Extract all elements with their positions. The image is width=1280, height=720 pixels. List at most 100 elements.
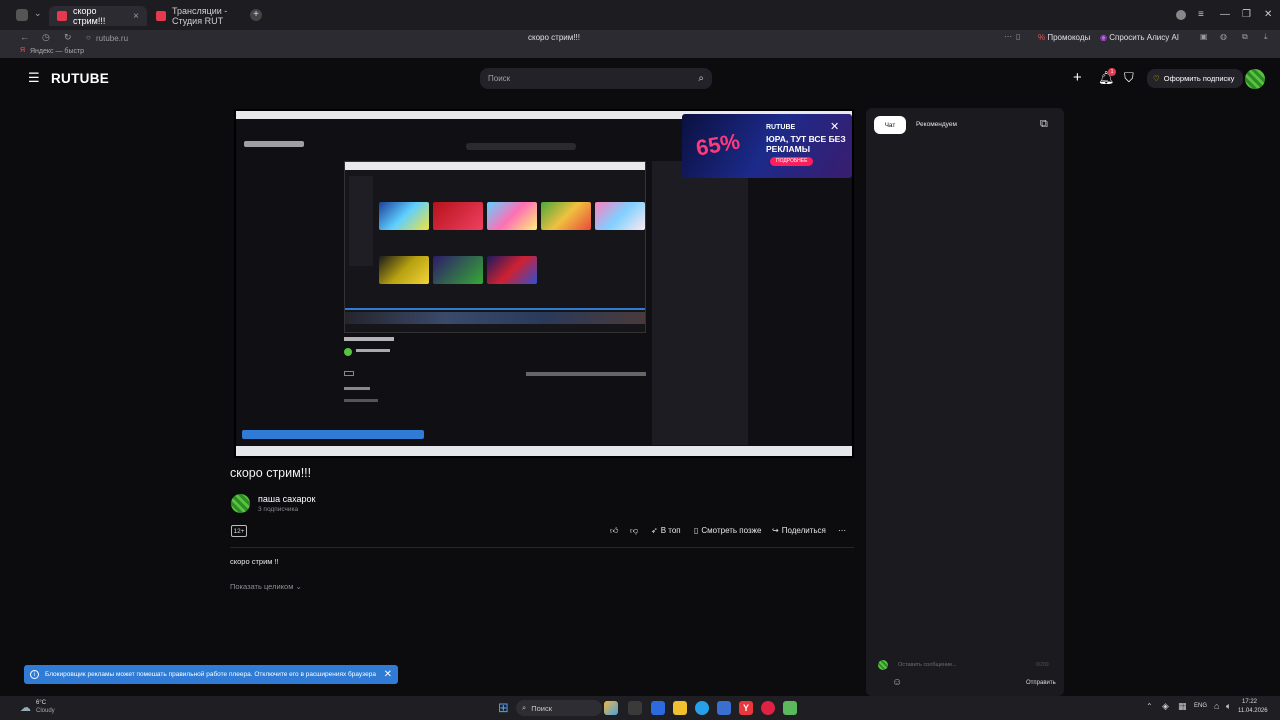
bookmark-yandex[interactable]: Яндекс — быстр (30, 48, 84, 55)
windows-start-icon[interactable]: ⊞ (498, 700, 509, 716)
show-more-label: Показать целиком (230, 582, 294, 591)
rutube-favicon-icon (156, 11, 166, 21)
widget-icon[interactable] (604, 701, 618, 715)
more-actions-icon[interactable]: ⋯ (838, 526, 846, 535)
like-icon[interactable]: 👍︎ (610, 526, 618, 536)
app-icon[interactable] (761, 701, 775, 715)
video-player[interactable]: 65% RUTUBE ЮРА, ТУТ ВСЕ БЕЗ РЕКЛАМЫ ПОДР… (234, 109, 854, 458)
search-input[interactable]: Поиск ⌕ (480, 68, 712, 89)
maximize-icon[interactable]: ❐ (1242, 9, 1251, 20)
extension-icon[interactable]: ▣ (1200, 32, 1208, 41)
profile-icon[interactable] (1176, 10, 1186, 20)
tabs-dropdown-icon[interactable]: ⌄ (34, 8, 42, 19)
weather-desc: Cloudy (36, 708, 55, 714)
store-icon[interactable] (717, 701, 731, 715)
tray-app-icon[interactable]: ▦ (1178, 701, 1187, 712)
tab-label: скоро стрим!!! (73, 6, 106, 26)
add-icon[interactable]: + (1073, 69, 1082, 86)
back-icon[interactable]: ← (20, 32, 29, 42)
promo-button[interactable]: % Промокоды (1038, 33, 1090, 42)
share-icon: ↪ (772, 526, 779, 535)
share-label: Поделиться (781, 526, 826, 535)
shield-icon[interactable]: ⛉ (1124, 70, 1134, 86)
reload-icon[interactable]: ↻ (64, 32, 72, 43)
alice-button[interactable]: ◉ Спросить Алису AI (1100, 33, 1179, 42)
language-indicator[interactable]: ENG (1194, 703, 1207, 709)
emoji-icon[interactable]: ☺ (892, 677, 902, 688)
alice-label: Спросить Алису AI (1109, 33, 1180, 42)
ad-brand: RUTUBE (766, 124, 796, 131)
rutube-page: ☰ RUTUBE Поиск ⌕ + 🔔︎ 1 ⛉ ♡ Оформить под… (12, 58, 1280, 696)
ad-cta-button[interactable]: ПОДРОБНЕЕ (770, 157, 814, 166)
minimize-icon[interactable]: — (1220, 9, 1230, 20)
show-more-button[interactable]: Показать целиком ⌄ (230, 582, 302, 591)
chat-send-button[interactable]: Отправить (1026, 680, 1056, 686)
close-ad-icon[interactable]: ✕ (830, 120, 839, 133)
yandex-browser-icon[interactable]: Y (739, 701, 753, 715)
ad-banner[interactable]: 65% RUTUBE ЮРА, ТУТ ВСЕ БЕЗ РЕКЛАМЫ ПОДР… (682, 114, 852, 178)
watch-later-label: Смотреть позже (701, 526, 762, 535)
popout-icon[interactable]: ⧉ (1040, 118, 1048, 131)
toast-text: Блокировщик рекламы может помешать прави… (45, 671, 376, 678)
close-tab-icon[interactable]: × (133, 11, 139, 22)
browser-tab-active[interactable]: скоро стрим!!! × (49, 6, 147, 26)
app-icon[interactable] (651, 701, 665, 715)
history-icon[interactable]: ◷ (42, 32, 50, 43)
video-description: скоро стрим !! (230, 557, 279, 566)
share-button[interactable]: ↪ Поделиться (772, 526, 826, 535)
volume-icon[interactable]: 🔈︎ (1226, 701, 1231, 712)
notification-badge: 1 (1108, 68, 1116, 76)
channel-avatar[interactable] (231, 494, 250, 513)
watch-later-button[interactable]: ▯ Смотреть позже (694, 526, 761, 535)
top-label: В топ (660, 526, 681, 535)
network-icon[interactable]: ⌂ (1214, 701, 1219, 711)
taskbar-search[interactable]: ⌕ Поиск (516, 700, 602, 716)
lock-icon: ○ (86, 33, 91, 42)
file-explorer-icon[interactable] (673, 701, 687, 715)
new-tab-button[interactable]: + (250, 9, 262, 21)
edge-icon[interactable] (695, 701, 709, 715)
address-bar: ← ◷ ↻ ○ rutube.ru скоро стрим!!! ⋯ ▯ % П… (0, 30, 1280, 46)
windows-taskbar: ☁ 6°C Cloudy ⊞ ⌕ Поиск Y ⌃ ◈ ▦ ENG ⌂ 🔈︎ … (0, 696, 1280, 720)
stream-preview-taskbar (236, 446, 852, 456)
tab-chat[interactable]: Чат (874, 116, 906, 134)
dislike-icon[interactable]: 👎︎ (630, 526, 638, 536)
tray-app-icon[interactable]: ◈ (1162, 701, 1169, 712)
tab-recommend[interactable]: Рекомендуем (916, 121, 957, 128)
adblock-toast: i Блокировщик рекламы может помешать пра… (24, 665, 398, 684)
extension-icon[interactable]: ◍ (1220, 32, 1227, 41)
promo-label: Промокоды (1047, 33, 1091, 42)
user-avatar[interactable] (1245, 69, 1265, 89)
more-icon[interactable]: ⋯ (1004, 32, 1012, 41)
collections-icon[interactable]: ⧉ (1242, 32, 1248, 42)
bookmark-icon[interactable]: ▯ (1016, 32, 1020, 41)
clock-date[interactable]: 11.04.2026 (1238, 708, 1268, 714)
channel-name[interactable]: паша сахарок (258, 494, 315, 504)
menu-icon[interactable]: ≡ (1198, 9, 1204, 20)
browser-menu-icon[interactable] (16, 9, 28, 21)
browser-tab-studio[interactable]: Трансляции - Студия RUT (148, 6, 248, 26)
divider (230, 547, 854, 548)
app-icon[interactable] (783, 701, 797, 715)
tray-chevron-icon[interactable]: ⌃ (1146, 702, 1153, 711)
close-toast-icon[interactable]: ✕ (384, 669, 392, 680)
rutube-logo[interactable]: RUTUBE (51, 71, 109, 86)
alice-icon: ◉ (1100, 33, 1107, 42)
top-button[interactable]: ➶ В топ (651, 526, 681, 535)
subscribe-label: Оформить подписку (1163, 74, 1235, 83)
close-window-icon[interactable]: ✕ (1264, 9, 1272, 20)
search-icon[interactable]: ⌕ (698, 73, 704, 84)
hamburger-menu-icon[interactable]: ☰ (28, 70, 40, 86)
channel-subscribers: 3 подписчика (258, 506, 299, 513)
task-view-icon[interactable] (628, 701, 642, 715)
tab-label: Трансляции - Студия RUT (172, 6, 228, 26)
heart-icon: ♡ (1153, 74, 1160, 83)
url-text[interactable]: rutube.ru (96, 34, 128, 43)
chat-message-input[interactable]: Оставить сообщение... (898, 662, 957, 668)
subscribe-button[interactable]: ♡ Оформить подписку (1147, 69, 1243, 88)
clock-time[interactable]: 17:22 (1242, 699, 1257, 705)
search-placeholder: Поиск (488, 74, 511, 83)
download-icon[interactable]: ⤓ (1264, 32, 1268, 42)
search-icon: ⌕ (522, 703, 527, 712)
yandex-icon: Я (20, 47, 26, 54)
